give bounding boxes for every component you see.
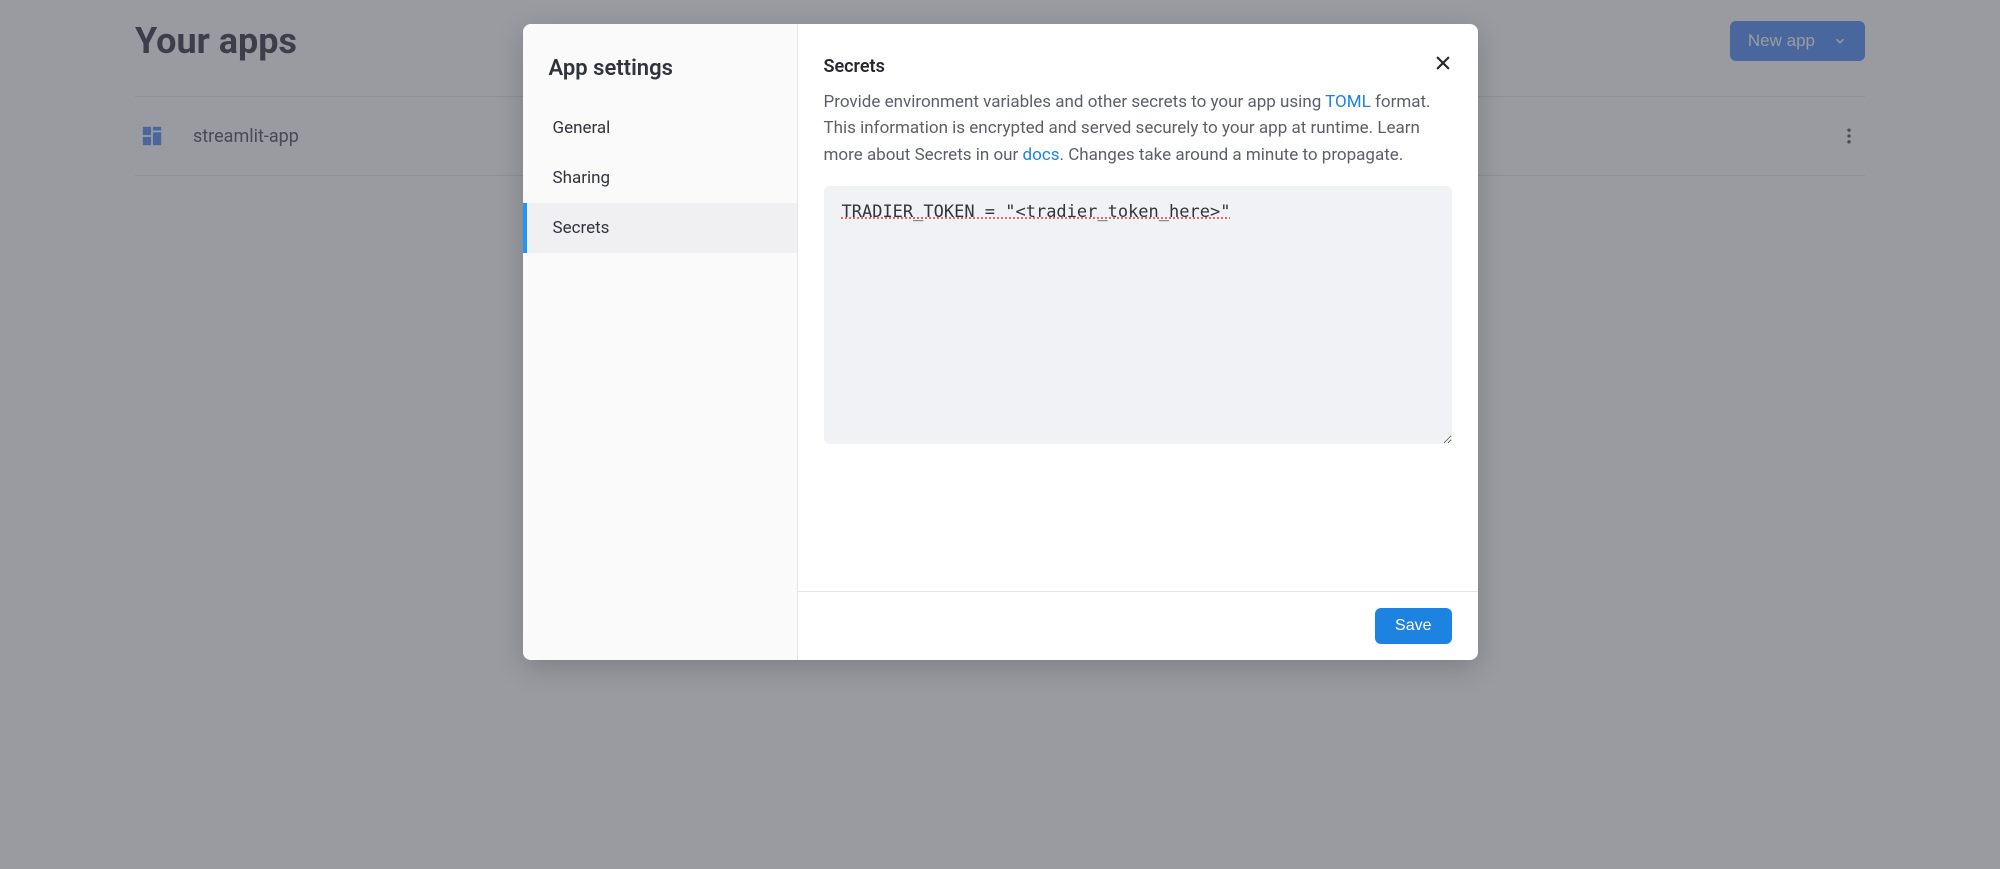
sidebar-item-sharing[interactable]: Sharing xyxy=(523,153,797,203)
modal-main: Secrets Provide environment variables an… xyxy=(798,24,1478,660)
docs-link[interactable]: docs xyxy=(1023,145,1060,165)
close-button[interactable] xyxy=(1434,54,1452,76)
modal-sidebar: App settings General Sharing Secrets xyxy=(523,24,798,660)
modal-overlay[interactable]: App settings General Sharing Secrets Sec… xyxy=(0,0,2000,869)
sidebar-item-label: Secrets xyxy=(553,218,610,238)
sidebar-item-label: Sharing xyxy=(553,168,611,188)
secrets-description: Provide environment variables and other … xyxy=(824,89,1452,168)
sidebar-item-secrets[interactable]: Secrets xyxy=(523,203,797,253)
desc-text: . Changes take around a minute to propag… xyxy=(1060,145,1404,165)
secrets-input[interactable] xyxy=(824,186,1452,444)
modal-footer: Save xyxy=(798,591,1478,660)
app-settings-modal: App settings General Sharing Secrets Sec… xyxy=(523,24,1478,660)
save-button[interactable]: Save xyxy=(1375,608,1451,644)
close-icon xyxy=(1434,54,1452,72)
sidebar-item-general[interactable]: General xyxy=(523,103,797,153)
modal-section-title: Secrets xyxy=(824,56,1452,77)
modal-sidebar-title: App settings xyxy=(523,56,797,103)
toml-link[interactable]: TOML xyxy=(1325,92,1371,112)
desc-text: Provide environment variables and other … xyxy=(824,92,1326,112)
sidebar-item-label: General xyxy=(553,118,611,138)
modal-body: Secrets Provide environment variables an… xyxy=(798,24,1478,591)
